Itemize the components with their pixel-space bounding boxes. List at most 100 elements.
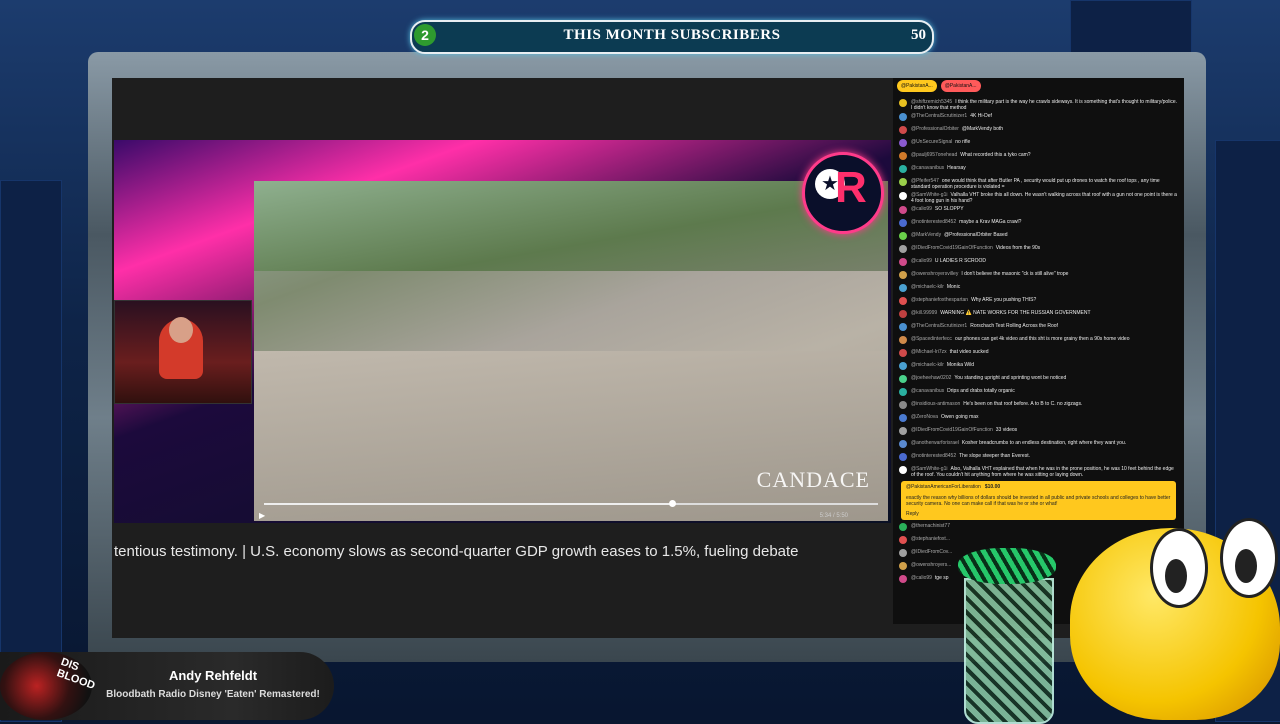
chat-message[interactable]: @joeheehaw0202 You standing upright and s… — [893, 374, 1184, 387]
chat-username[interactable]: @anotherwarforisrael — [911, 440, 959, 446]
chat-username[interactable]: @thernachinist77 — [911, 523, 950, 529]
chat-message[interactable]: @notinterested8452 maybe a Krav MAGa craw… — [893, 218, 1184, 231]
avatar[interactable] — [899, 562, 907, 570]
chat-username[interactable]: @kill.99999 — [911, 310, 937, 316]
chat-username[interactable]: @joeheehaw0202 — [911, 375, 951, 381]
chat-username[interactable]: @TheCentralScrutinizer1 — [911, 323, 967, 329]
chat-username[interactable]: @insidious-antimason — [911, 401, 960, 407]
avatar[interactable] — [899, 388, 907, 396]
chat-message[interactable]: @owenshroyersvilley I don't believe the m… — [893, 270, 1184, 283]
video-player[interactable]: CANDACE ▶ 5:34 / 5:50 — [254, 181, 888, 521]
chat-username[interactable]: @calio99 — [911, 575, 932, 581]
avatar[interactable] — [899, 536, 907, 544]
chat-username[interactable]: @owenshroyersvilley — [911, 271, 958, 277]
chat-username[interactable]: @Michael-lri7zx — [911, 349, 947, 355]
chat-message[interactable]: @calio99 SO SLOPPY — [893, 205, 1184, 218]
chat-username[interactable]: @michaelc-kilr — [911, 284, 944, 290]
chat-message[interactable]: @MarkVendy @ProfessionalOrbiter Based — [893, 231, 1184, 244]
chat-username[interactable]: @stephaniefoxt... — [911, 536, 950, 542]
play-icon[interactable]: ▶ — [259, 511, 265, 520]
avatar[interactable] — [899, 323, 907, 331]
avatar[interactable] — [899, 414, 907, 422]
chat-messages: @shiftzemich5345 I think the military par… — [893, 98, 1184, 479]
chat-message[interactable]: @paulj6957onehead What recorded this a ty… — [893, 151, 1184, 164]
avatar[interactable] — [899, 165, 907, 173]
chat-message[interactable]: @kill.99999 WARNING ⚠️ NATE WORKS FOR THE… — [893, 309, 1184, 322]
chat-username[interactable]: @canavanibus — [911, 388, 944, 394]
chat-username[interactable]: @IDiedFromCovid19GainOfFunction — [911, 245, 993, 251]
avatar[interactable] — [899, 206, 907, 214]
chat-message[interactable]: @notinterested8452 The slope steeper than… — [893, 452, 1184, 465]
chat-message[interactable]: @insidious-antimason He's been on that ro… — [893, 400, 1184, 413]
chat-username[interactable]: @ProfessionalOrbiter — [911, 126, 959, 132]
chat-message[interactable]: @calio99 U LADIES R SCROOD — [893, 257, 1184, 270]
avatar[interactable] — [899, 401, 907, 409]
avatar[interactable] — [899, 232, 907, 240]
chat-username[interactable]: @notinterested8452 — [911, 219, 956, 225]
avatar[interactable] — [899, 336, 907, 344]
avatar[interactable] — [899, 245, 907, 253]
chat-username[interactable]: @calio99 — [911, 258, 932, 264]
chat-message-body: @stephaniefoxthespartan Why ARE you pushi… — [911, 297, 1036, 303]
avatar[interactable] — [899, 219, 907, 227]
chat-username[interactable]: @MarkVendy — [911, 232, 941, 238]
chat-message[interactable]: @SamWhite-g1i Valhalla VHT broke this all… — [893, 191, 1184, 205]
chat-username[interactable]: @TheCentralScrutinizer1 — [911, 113, 967, 119]
chat-username[interactable]: @Spacedinterfecc — [911, 336, 952, 342]
chat-username[interactable]: @canavanibus — [911, 165, 944, 171]
chat-username[interactable]: @IDiedFromCovid19GainOfFunction — [911, 427, 993, 433]
avatar[interactable] — [899, 549, 907, 557]
avatar[interactable] — [899, 271, 907, 279]
chat-message[interactable]: @SamWhite-g1i Also, Valhalla VHT explaine… — [893, 465, 1184, 479]
chat-message[interactable]: @canavanibus Drips and drabs totally orga… — [893, 387, 1184, 400]
chat-message[interactable]: @ZeroNova Owen going max — [893, 413, 1184, 426]
chat-message[interactable]: @michaelc-kilr Monic — [893, 283, 1184, 296]
avatar[interactable] — [899, 427, 907, 435]
avatar[interactable] — [899, 152, 907, 160]
avatar[interactable] — [899, 310, 907, 318]
chat-message[interactable]: @TheCentralScrutinizer1 Rorschach Test Ro… — [893, 322, 1184, 335]
avatar[interactable] — [899, 113, 907, 121]
chat-username[interactable]: @owenshroyers... — [911, 562, 951, 568]
chat-message[interactable]: @canavanibus Hearsay — [893, 164, 1184, 177]
avatar[interactable] — [899, 297, 907, 305]
chat-message[interactable]: @IDiedFromCovid19GainOfFunction Videos fr… — [893, 244, 1184, 257]
chat-message[interactable]: @Michael-lri7zx that video sucked — [893, 348, 1184, 361]
chat-message[interactable]: @Pfeifer547 one would think that after Bu… — [893, 177, 1184, 191]
avatar[interactable] — [899, 99, 907, 107]
pinned-chip[interactable]: @PakistanA... — [897, 80, 937, 92]
avatar[interactable] — [899, 178, 907, 186]
chat-username[interactable]: @michaelc-kilr — [911, 362, 944, 368]
pinned-chip[interactable]: @PakistanA... — [940, 80, 981, 92]
avatar[interactable] — [899, 362, 907, 370]
chat-message[interactable]: @michaelc-kilr Monika Wild — [893, 361, 1184, 374]
avatar[interactable] — [899, 440, 907, 448]
chat-username[interactable]: @stephaniefoxthespartan — [911, 297, 968, 303]
avatar[interactable] — [899, 126, 907, 134]
avatar[interactable] — [899, 192, 907, 200]
chat-message[interactable]: @Spacedinterfecc our phones can get 4k vi… — [893, 335, 1184, 348]
chat-message[interactable]: @shiftzemich5345 I think the military par… — [893, 98, 1184, 112]
avatar[interactable] — [899, 523, 907, 531]
chat-message[interactable]: @anotherwarforisrael Kosher breadcrumbs t… — [893, 439, 1184, 452]
chat-username[interactable]: @ZeroNova — [911, 414, 938, 420]
chat-message[interactable]: @stephaniefoxthespartan Why ARE you pushi… — [893, 296, 1184, 309]
avatar[interactable] — [899, 349, 907, 357]
chat-username[interactable]: @calio99 — [911, 206, 932, 212]
avatar[interactable] — [899, 375, 907, 383]
avatar[interactable] — [899, 139, 907, 147]
chat-message[interactable]: @TheCentralScrutinizer1 4K Hi-Def — [893, 112, 1184, 125]
avatar[interactable] — [899, 575, 907, 583]
video-seek-bar[interactable] — [264, 500, 878, 507]
chat-message[interactable]: @ProfessionalOrbiter @MarkVendy both — [893, 125, 1184, 138]
chat-username[interactable]: @notinterested8452 — [911, 453, 956, 459]
chat-message[interactable]: @UnSecureSignal no rifle — [893, 138, 1184, 151]
chat-username[interactable]: @paulj6957onehead — [911, 152, 957, 158]
avatar[interactable] — [899, 453, 907, 461]
chat-username[interactable]: @IDiedFromCov... — [911, 549, 952, 555]
avatar[interactable] — [899, 466, 907, 474]
chat-message[interactable]: @IDiedFromCovid19GainOfFunction 33 videos — [893, 426, 1184, 439]
avatar[interactable] — [899, 258, 907, 266]
chat-username[interactable]: @UnSecureSignal — [911, 139, 952, 145]
avatar[interactable] — [899, 284, 907, 292]
